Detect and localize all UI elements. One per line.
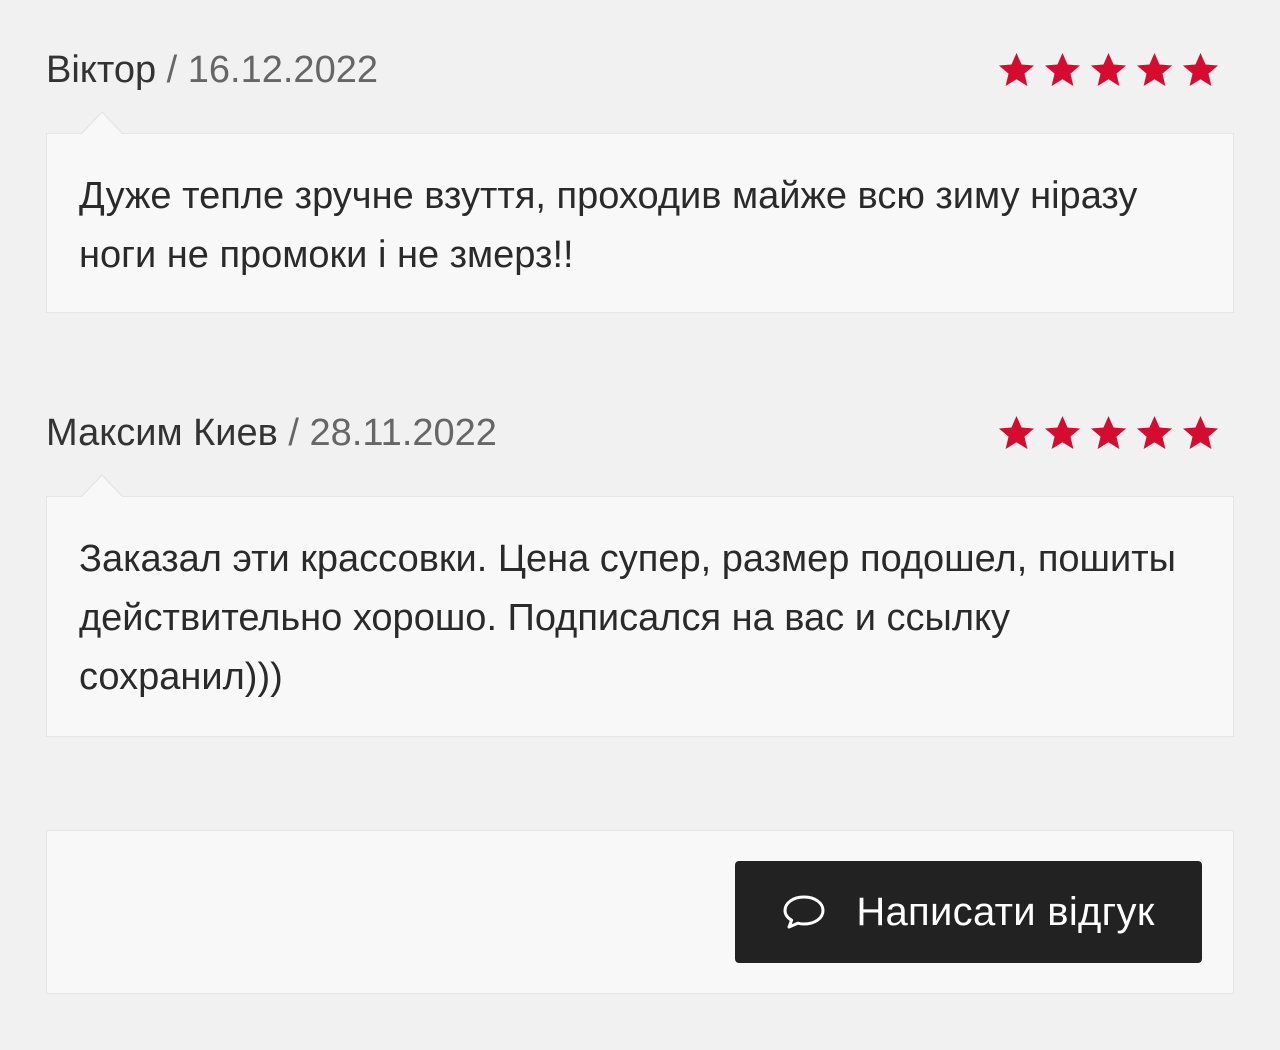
star-icon (998, 415, 1035, 449)
review-meta: Максим Киев / 28.11.2022 (46, 403, 497, 463)
star-icon (1090, 415, 1127, 449)
review-author: Максим Киев (46, 412, 278, 454)
review-text: Заказал эти крассовки. Цена супер, разме… (79, 538, 1176, 698)
review-body: Дуже тепле зручне взуття, проходив майже… (46, 111, 1234, 313)
rating-stars (997, 414, 1220, 453)
review-text: Дуже тепле зручне взуття, проходив майже… (79, 175, 1138, 276)
review-body: Заказал эти крассовки. Цена супер, разме… (46, 474, 1234, 737)
review-author: Віктор (46, 49, 157, 91)
star-icon (1044, 415, 1081, 449)
review-meta: Віктор / 16.12.2022 (46, 40, 378, 100)
review-header: Максим Киев / 28.11.2022 (46, 403, 1234, 463)
star-icon (1136, 52, 1173, 86)
chat-bubble-icon (783, 895, 825, 929)
star-icon (1044, 52, 1081, 86)
review-date: 16.12.2022 (187, 49, 378, 91)
rating-stars (997, 51, 1220, 90)
review-item: Віктор / 16.12.2022 Дуже тепле зручне вз… (46, 40, 1234, 313)
meta-separator: / (166, 49, 178, 91)
write-review-button[interactable]: Написати відгук (735, 861, 1202, 963)
write-review-panel: Написати відгук (46, 830, 1234, 994)
star-icon (1136, 415, 1173, 449)
write-review-label: Написати відгук (856, 889, 1155, 934)
meta-separator: / (288, 412, 299, 454)
review-item: Максим Киев / 28.11.2022 Заказал эти кра… (46, 403, 1234, 737)
review-header: Віктор / 16.12.2022 (46, 40, 1234, 100)
star-icon (1090, 52, 1127, 86)
star-icon (998, 52, 1035, 86)
star-icon (1182, 415, 1219, 449)
star-icon (1182, 52, 1219, 86)
review-date: 28.11.2022 (309, 412, 497, 454)
